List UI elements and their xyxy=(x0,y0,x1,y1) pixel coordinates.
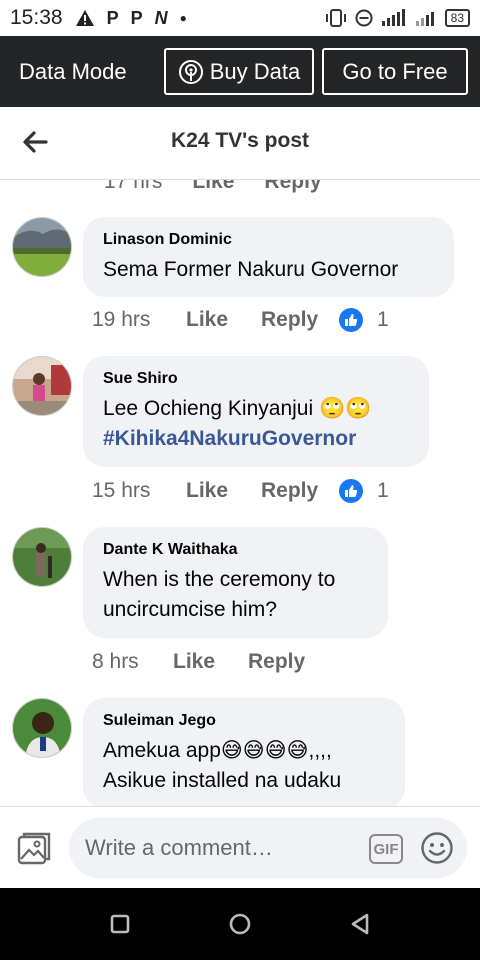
system-navigation-bar xyxy=(0,888,480,960)
p-icon: P xyxy=(106,7,119,28)
reply-link[interactable]: Reply xyxy=(261,308,339,332)
comment-composer: Write a comment… GIF xyxy=(0,806,480,888)
comment-bubble: Dante K Waithaka When is the ceremony to… xyxy=(83,527,388,638)
status-bar: 15:38 P P N ● 83 xyxy=(0,0,480,36)
go-to-free-label: Go to Free xyxy=(342,58,448,84)
comment-input-placeholder: Write a comment… xyxy=(85,835,273,860)
buy-data-label: Buy Data xyxy=(209,58,301,84)
signal-icon xyxy=(415,12,434,26)
comment-time: 17 hrs xyxy=(104,180,163,193)
emoji-icon[interactable] xyxy=(420,831,454,865)
comment-bubble: Sue Shiro Lee Ochieng Kinyanjui 🙄🙄 #Kihi… xyxy=(83,356,429,467)
comment-input[interactable]: Write a comment… GIF xyxy=(69,818,467,878)
like-link[interactable]: Like xyxy=(186,479,261,503)
comment-actions: 8 hrs Like Reply xyxy=(92,650,326,674)
reaction-count[interactable]: 1 xyxy=(339,479,389,503)
p-icon: P xyxy=(130,7,143,28)
comment-bubble: Linason Dominic Sema Former Nakuru Gover… xyxy=(83,217,454,297)
photo-icon[interactable] xyxy=(16,831,52,867)
comments-feed[interactable]: 17 hrs Like Reply Linason Dominic Sema F… xyxy=(0,180,480,806)
comment-text-line: Asikue installed na udaku xyxy=(103,769,342,792)
system-status-icons: 83 xyxy=(325,8,470,28)
vibrate-icon xyxy=(325,9,346,27)
thumbs-up-icon xyxy=(339,308,363,332)
gif-icon[interactable]: GIF xyxy=(369,834,403,864)
page-title: K24 TV's post xyxy=(170,129,310,152)
n-icon: N xyxy=(154,7,168,28)
reply-link[interactable]: Reply xyxy=(264,180,321,194)
comment-actions: 15 hrs Like Reply 1 xyxy=(92,479,389,503)
comment-text-line: When is the ceremony to xyxy=(103,568,336,591)
back-icon[interactable] xyxy=(346,910,374,938)
avatar[interactable] xyxy=(12,356,72,416)
reaction-count-value: 1 xyxy=(377,308,389,331)
commenter-name[interactable]: Sue Shiro xyxy=(103,370,409,388)
avatar[interactable] xyxy=(12,217,72,277)
buy-data-button[interactable]: Buy Data xyxy=(164,48,314,95)
comment-actions: 19 hrs Like Reply 1 xyxy=(92,308,389,332)
post-header: K24 TV's post xyxy=(0,107,480,180)
comment-meta-partial: 17 hrs Like Reply xyxy=(104,180,322,194)
like-link[interactable]: Like xyxy=(173,650,248,674)
reply-link[interactable]: Reply xyxy=(248,650,326,674)
notification-icons: P P N ● xyxy=(75,8,187,29)
data-mode-label: Data Mode xyxy=(19,58,127,84)
broadcast-icon xyxy=(178,59,203,84)
signal-icon xyxy=(381,9,405,26)
comment-time: 19 hrs xyxy=(92,308,151,331)
comment-bubble: Suleiman Jego Amekua app😅😅😅😅,,,, Asikue … xyxy=(83,698,405,806)
data-mode-bar: Data Mode Buy Data Go to Free xyxy=(0,36,480,107)
comment-text: Lee Ochieng Kinyanjui 🙄🙄 xyxy=(103,397,372,420)
avatar[interactable] xyxy=(12,698,72,758)
home-icon[interactable] xyxy=(226,910,254,938)
avatar[interactable] xyxy=(12,527,72,587)
thumbs-up-icon xyxy=(339,479,363,503)
comment-text-line: Amekua app😅😅😅😅,,,, xyxy=(103,739,332,762)
commenter-name[interactable]: Linason Dominic xyxy=(103,231,434,249)
alert-icon xyxy=(75,10,94,26)
like-link[interactable]: Like xyxy=(192,180,234,194)
comment-text: Sema Former Nakuru Governor xyxy=(103,258,399,281)
commenter-name[interactable]: Suleiman Jego xyxy=(103,712,385,730)
reply-link[interactable]: Reply xyxy=(261,479,339,503)
status-time: 15:38 xyxy=(10,6,63,29)
battery-icon: 83 xyxy=(444,9,470,27)
recent-apps-icon[interactable] xyxy=(106,910,134,938)
comment-time: 15 hrs xyxy=(92,479,151,502)
like-link[interactable]: Like xyxy=(186,308,261,332)
dnd-icon xyxy=(355,9,373,27)
go-to-free-button[interactable]: Go to Free xyxy=(321,48,468,95)
hashtag-link[interactable]: #Kihika4NakuruGovernor xyxy=(103,424,409,454)
reaction-count-value: 1 xyxy=(377,479,389,502)
dot-icon: ● xyxy=(179,11,187,25)
reaction-count[interactable]: 1 xyxy=(339,308,389,332)
comment-time: 8 hrs xyxy=(92,650,139,673)
commenter-name[interactable]: Dante K Waithaka xyxy=(103,541,368,559)
comment-text-line: uncircumcise him? xyxy=(103,598,277,621)
